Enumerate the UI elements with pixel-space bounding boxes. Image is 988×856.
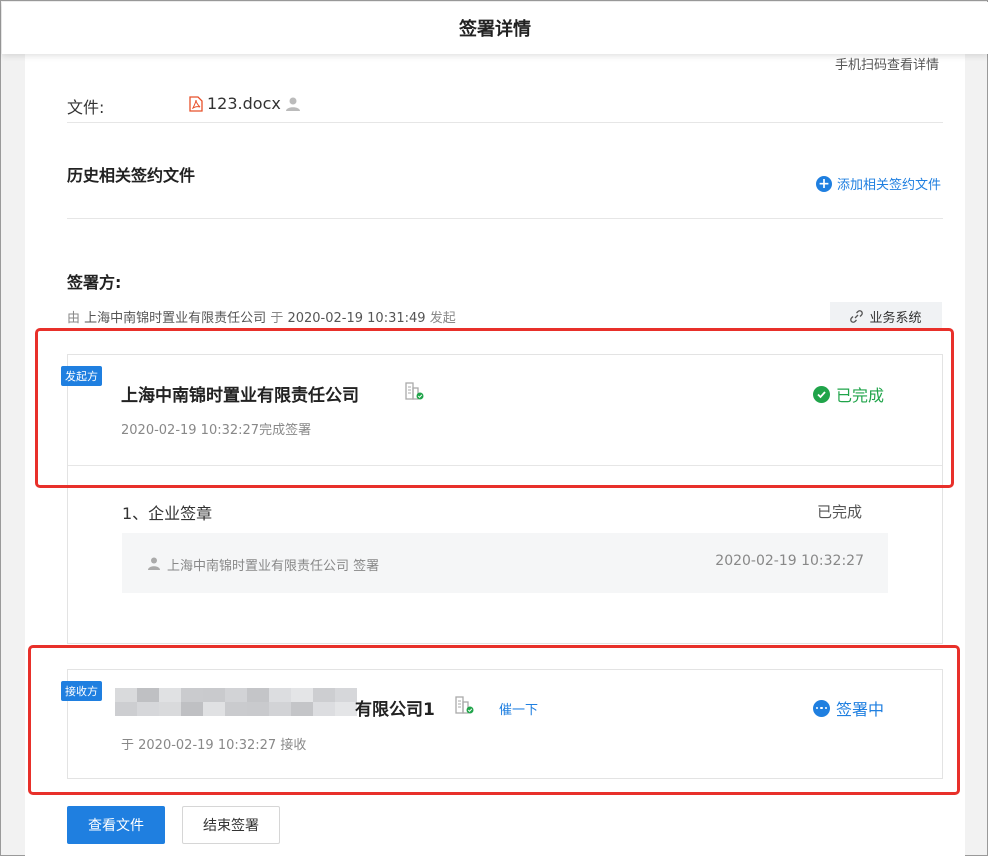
sign-record-time: 2020-02-19 10:32:27 (715, 553, 864, 569)
business-system-button[interactable]: 业务系统 (830, 302, 942, 330)
more-dots-icon (813, 699, 830, 717)
person-icon (148, 557, 160, 570)
divider (67, 218, 943, 219)
initiated-time: 2020-02-19 10:31:49 (287, 311, 426, 326)
urge-link[interactable]: 催一下 (499, 699, 538, 718)
app-window: 签署详情 手机扫码查看详情 文件: 123.docx 历史相关签约文件 + 添加… (0, 0, 988, 856)
receiver-card (67, 669, 943, 779)
redacted-company-name (115, 688, 357, 716)
initiator-company: 上海中南锦时置业有限责任公司 (121, 386, 359, 406)
initiator-name: 上海中南锦时置业有限责任公司 (84, 311, 267, 326)
verified-company-icon (405, 382, 424, 400)
add-related-file-button[interactable]: + 添加相关签约文件 (815, 174, 941, 193)
file-link[interactable]: 123.docx (189, 94, 301, 113)
user-icon (285, 97, 300, 111)
initiated-info: 由 上海中南锦时置业有限责任公司 于 2020-02-19 10:31:49 发… (67, 311, 456, 326)
receiver-role-tag: 接收方 (61, 681, 102, 701)
receiver-status: 签署中 (813, 696, 884, 720)
end-sign-button[interactable]: 结束签署 (182, 806, 280, 844)
pdf-file-icon (189, 95, 203, 112)
initiator-sign-time: 2020-02-19 10:32:27完成签署 (121, 423, 312, 438)
initiator-role-tag: 发起方 (61, 366, 102, 386)
plus-circle-icon: + (815, 175, 832, 192)
add-related-file-label: 添加相关签约文件 (836, 178, 941, 193)
sign-record-text: 上海中南锦时置业有限责任公司 签署 (167, 559, 380, 574)
receiver-status-label: 签署中 (836, 700, 885, 719)
file-name: 123.docx (207, 94, 281, 113)
detail-panel: 手机扫码查看详情 文件: 123.docx 历史相关签约文件 + 添加相关签约文… (25, 54, 965, 856)
view-file-button[interactable]: 查看文件 (67, 806, 165, 844)
sign-record: 上海中南锦时置业有限责任公司 签署 2020-02-19 10:32:27 (122, 533, 888, 593)
step-title: 1、企业签章 (122, 504, 213, 523)
receiver-company: 有限公司1 (355, 700, 435, 720)
history-title: 历史相关签约文件 (67, 166, 196, 185)
link-icon (850, 309, 864, 323)
file-label: 文件: (67, 98, 105, 117)
check-circle-icon (813, 385, 830, 403)
divider (67, 122, 943, 123)
verified-company-icon (455, 696, 474, 714)
initiator-status-label: 已完成 (836, 386, 885, 405)
business-system-label: 业务系统 (869, 310, 922, 326)
page-header: 签署详情 (2, 2, 988, 54)
divider (68, 465, 942, 466)
receiver-received-time: 于 2020-02-19 10:32:27 接收 (121, 738, 307, 753)
scan-qr-link[interactable]: 手机扫码查看详情 (835, 54, 939, 73)
signers-title: 签署方: (67, 273, 122, 292)
page-title: 签署详情 (459, 19, 531, 40)
initiator-status: 已完成 (813, 382, 884, 406)
step-status: 已完成 (816, 503, 862, 521)
